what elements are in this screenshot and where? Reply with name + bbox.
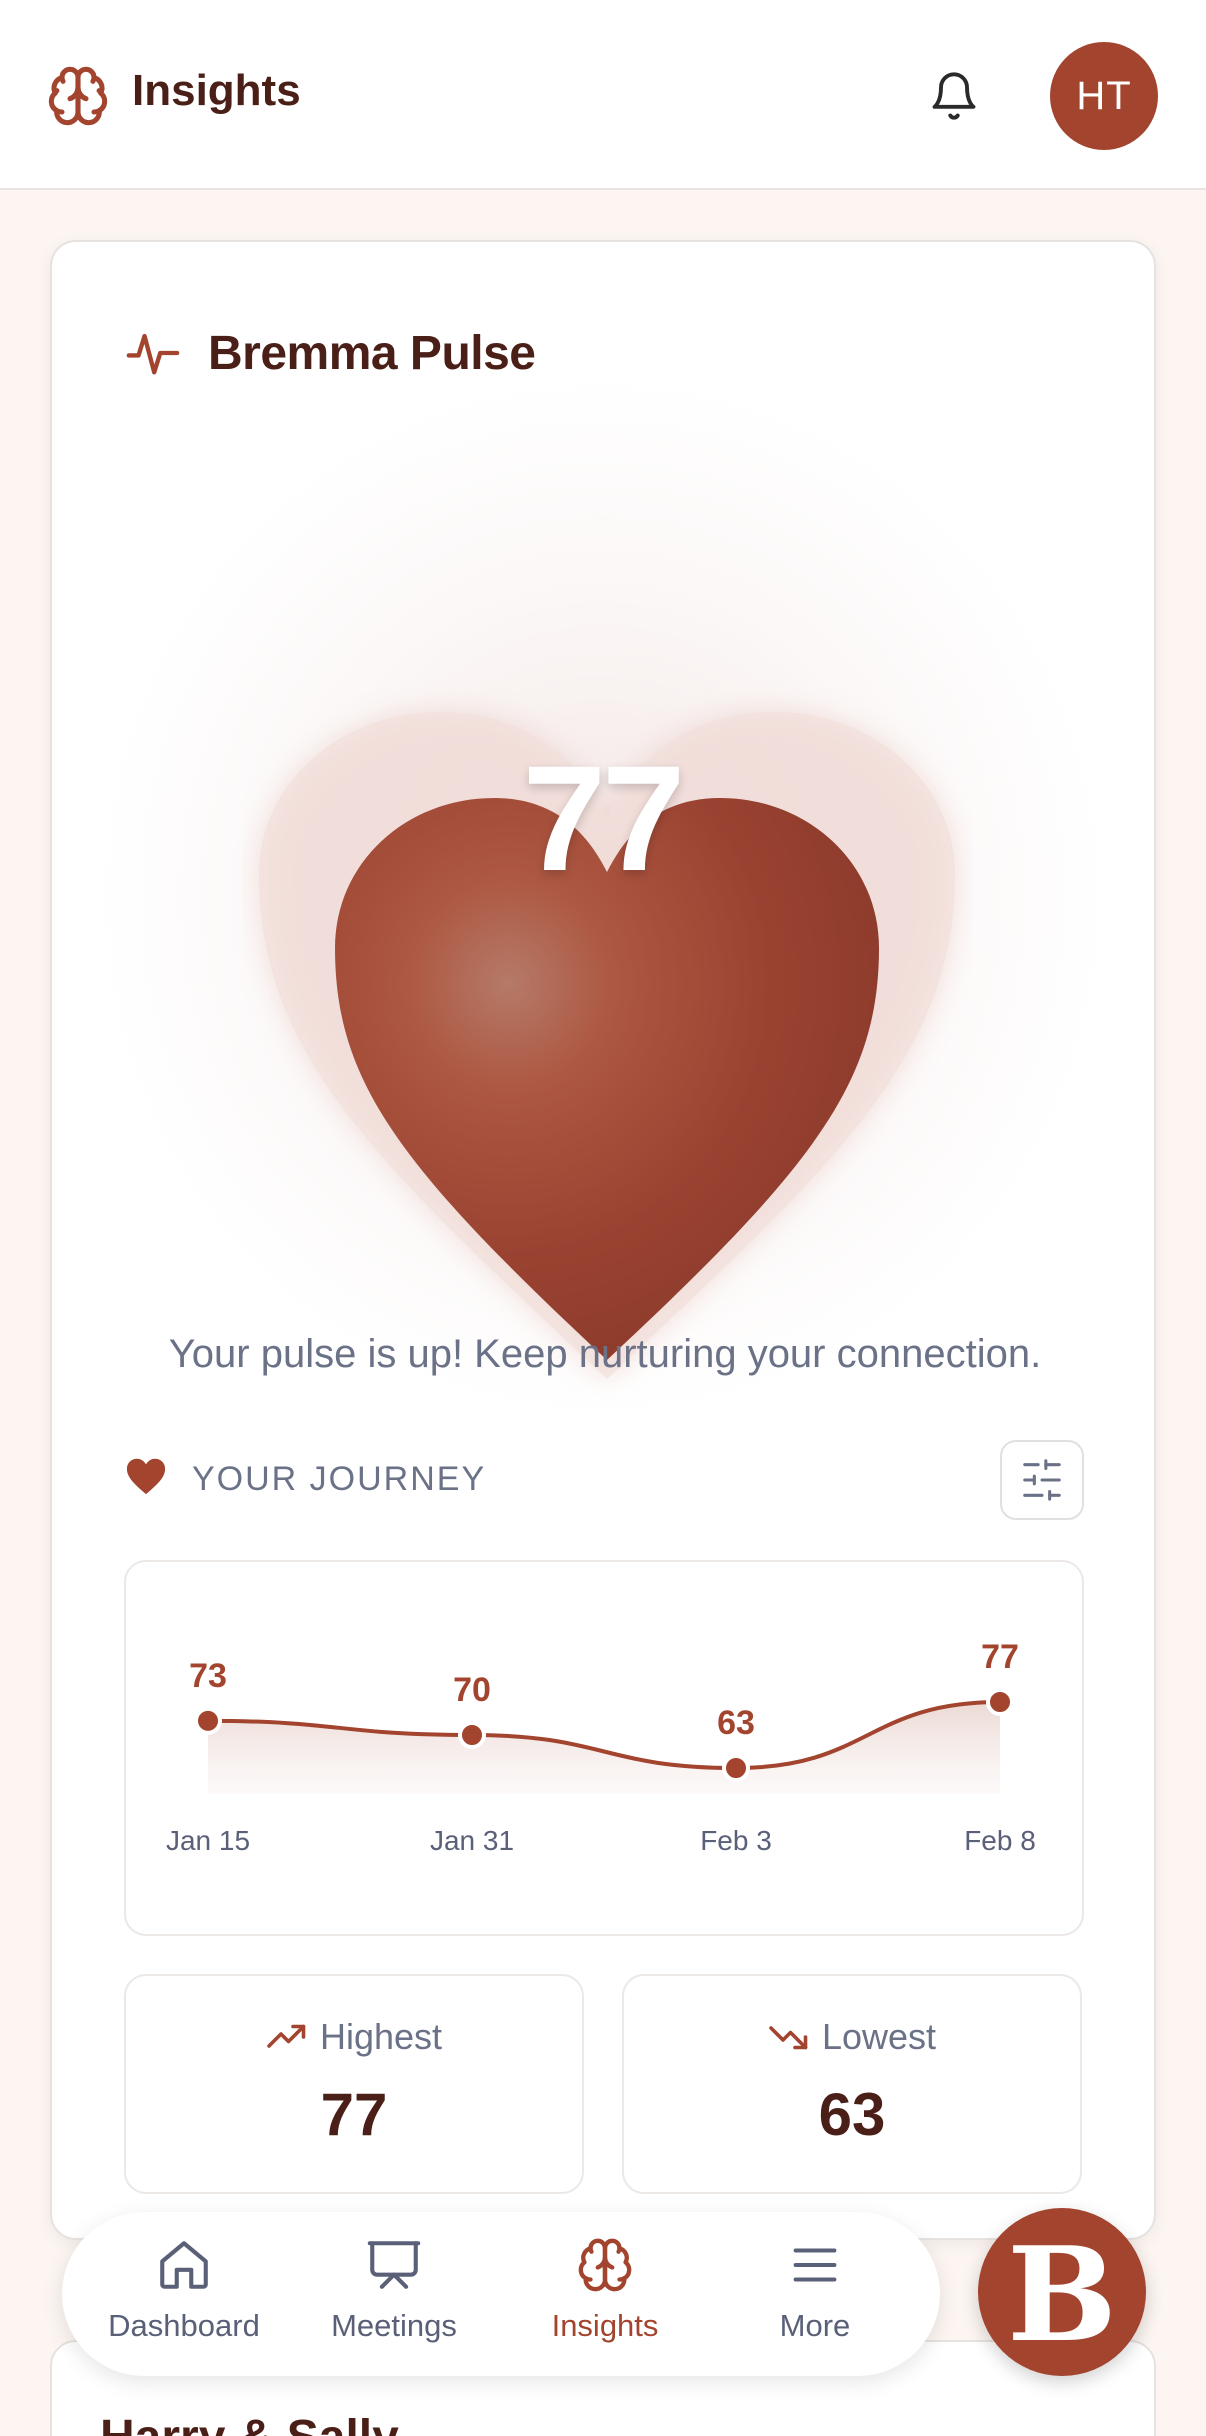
chart-x-tick-label: Jan 31 — [430, 1825, 514, 1856]
chart-data-label: 63 — [717, 1704, 755, 1742]
pulse-message: Your pulse is up! Keep nurturing your co… — [168, 1332, 1042, 1376]
journey-chart: 73 Jan 15 70 Jan 31 63 Feb 3 77 Feb 8 — [124, 1560, 1084, 1936]
brain-icon — [578, 2238, 632, 2292]
home-icon — [160, 2241, 208, 2289]
chart-x-tick-label: Feb 3 — [700, 1825, 772, 1856]
heart-icon — [259, 712, 955, 1379]
nav-item-meetings[interactable]: Meetings — [294, 2236, 494, 2356]
pulse-icon — [126, 333, 180, 375]
nav-label-more: More — [779, 2308, 851, 2343]
chart-area — [208, 1702, 1000, 1794]
lowest-stat: Lowest 63 — [622, 1974, 1082, 2194]
app-header: Insights HT — [0, 0, 1206, 190]
trending-down-icon — [769, 2026, 808, 2050]
journey-label: YOUR JOURNEY — [192, 1460, 487, 1498]
chart-data-label: 77 — [981, 1638, 1019, 1676]
nav-item-more[interactable]: More — [715, 2236, 915, 2356]
avatar[interactable]: HT — [1050, 42, 1158, 150]
sliders-icon — [1023, 1459, 1061, 1501]
highest-value: 77 — [320, 2081, 388, 2148]
chart-x-tick-label: Feb 8 — [964, 1825, 1036, 1856]
nav-item-insights[interactable]: Insights — [505, 2236, 705, 2356]
card-title: Bremma Pulse — [208, 327, 536, 380]
trending-up-icon — [267, 2024, 306, 2048]
chart-point[interactable] — [194, 1706, 222, 1735]
chart-point[interactable] — [458, 1721, 486, 1749]
heart-icon — [126, 1458, 166, 1495]
lowest-value: 63 — [818, 2081, 886, 2148]
highest-stat: Highest 77 — [124, 1974, 584, 2194]
brand-logo-letter: B — [1007, 2218, 1117, 2371]
filter-button[interactable] — [1000, 1440, 1084, 1520]
nav-item-dashboard[interactable]: Dashboard — [84, 2236, 284, 2356]
nav-label-dashboard: Dashboard — [108, 2308, 260, 2343]
brain-icon — [48, 66, 108, 126]
pulse-card: Bremma Pulse 77 Your pulse is up! Keep n… — [50, 240, 1156, 2240]
journey-chart-svg: 73 Jan 15 70 Jan 31 63 Feb 3 77 Feb 8 — [166, 1638, 1036, 1856]
menu-icon — [793, 2248, 837, 2282]
chart-data-label: 70 — [453, 1671, 491, 1709]
chart-data-label: 73 — [189, 1657, 227, 1695]
bottom-nav: Dashboard Meetings Insights More — [62, 2212, 940, 2376]
nav-label-insights: Insights — [551, 2308, 659, 2343]
chart-point[interactable] — [986, 1688, 1014, 1716]
chart-point[interactable] — [722, 1754, 750, 1782]
highest-label: Highest — [319, 2016, 443, 2057]
lowest-label: Lowest — [821, 2016, 937, 2057]
nav-label-meetings: Meetings — [331, 2308, 457, 2343]
chart-x-tick-label: Jan 15 — [166, 1825, 250, 1856]
pulse-score: 77 — [522, 734, 686, 902]
page-title: Insights — [132, 66, 301, 115]
bell-icon[interactable] — [928, 68, 980, 124]
brand-fab-button[interactable]: B — [978, 2208, 1146, 2376]
presentation-icon — [367, 2241, 421, 2289]
couple-card-title: Harry & Sally — [100, 2410, 399, 2436]
